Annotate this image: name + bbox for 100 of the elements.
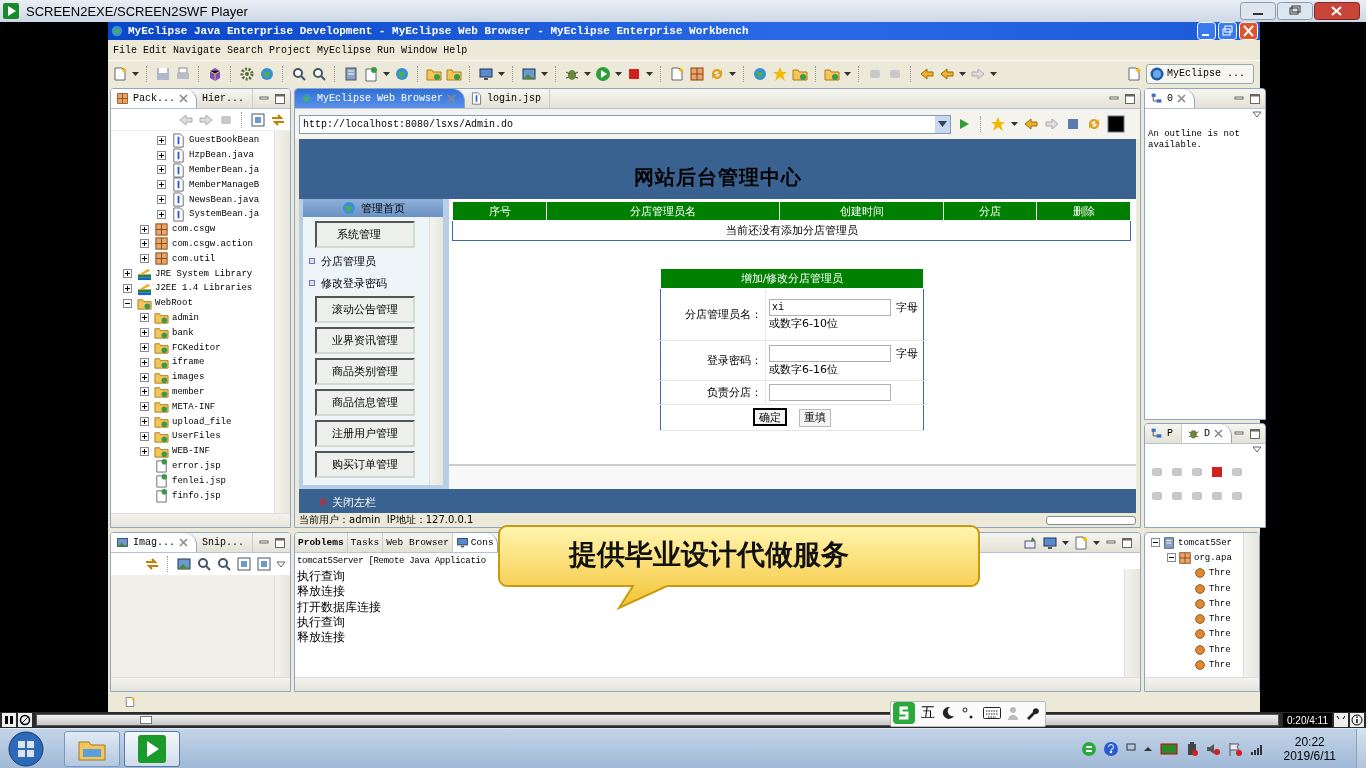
input-field[interactable]: xi — [769, 298, 891, 316]
expand-icon[interactable] — [140, 431, 149, 441]
pause-button[interactable] — [2, 713, 16, 727]
minimize-button[interactable] — [1240, 2, 1276, 20]
menu-item[interactable]: Help — [440, 44, 471, 56]
maximize-button[interactable] — [1120, 535, 1134, 550]
s-logo-icon[interactable] — [893, 702, 915, 724]
tree-item[interactable]: NewsBean.java — [189, 194, 260, 205]
expand-icon[interactable] — [157, 209, 166, 219]
square-icon[interactable] — [1107, 115, 1125, 133]
zoom-icon[interactable] — [216, 556, 232, 572]
image-icon[interactable] — [176, 556, 192, 572]
expand-icon[interactable] — [140, 372, 149, 382]
menu-icon[interactable] — [276, 559, 286, 569]
pin-icon[interactable] — [1022, 534, 1038, 551]
menu-item[interactable]: Edit — [140, 44, 171, 56]
stop-icon[interactable] — [1209, 464, 1225, 480]
monitor-icon[interactable] — [478, 65, 494, 82]
help-icon[interactable] — [1103, 741, 1118, 756]
tab[interactable]: Tasks — [347, 533, 384, 552]
input-mode[interactable]: 五 — [921, 704, 935, 722]
reset-button[interactable]: 重填 — [799, 408, 831, 427]
menu-item[interactable]: 购买订单管理 — [315, 451, 415, 478]
s-logo-icon[interactable] — [1081, 741, 1096, 756]
menu-item[interactable]: 商品类别管理 — [315, 358, 415, 385]
maximize-button[interactable] — [273, 535, 287, 550]
tab[interactable]: Imag... — [111, 533, 197, 552]
tab[interactable]: login.jsp — [465, 89, 551, 108]
tree-item[interactable]: bank — [172, 327, 194, 338]
star-icon[interactable] — [772, 65, 788, 82]
cube-icon[interactable] — [207, 65, 223, 82]
menu-link[interactable]: 分店管理员 — [321, 253, 376, 269]
tab[interactable]: D — [1182, 424, 1233, 443]
close-icon[interactable] — [179, 94, 188, 103]
tree-item[interactable]: Thre — [1209, 629, 1231, 640]
tree-item[interactable]: finfo.jsp — [172, 490, 221, 501]
tree-item[interactable]: J2EE 1.4 Libraries — [155, 283, 253, 294]
monitor-icon[interactable] — [1042, 534, 1058, 551]
maximize-button[interactable] — [1123, 91, 1137, 106]
expand-icon[interactable] — [140, 446, 149, 456]
menu-item[interactable]: 业界资讯管理 — [315, 327, 415, 354]
menu-link[interactable]: 修改登录密码 — [321, 275, 387, 291]
menu-item[interactable]: Window — [398, 44, 441, 56]
zoom-icon[interactable] — [291, 65, 307, 82]
menu-item[interactable]: 注册用户管理 — [315, 420, 415, 447]
new-file-icon[interactable] — [124, 696, 136, 708]
tree-item[interactable]: WebRoot — [155, 298, 193, 309]
expand-icon[interactable] — [140, 357, 149, 367]
expand-icon[interactable] — [157, 150, 166, 160]
tab[interactable]: 0 — [1145, 89, 1195, 108]
zoom-icon[interactable] — [196, 556, 212, 572]
input-field[interactable] — [769, 344, 891, 362]
globe-icon[interactable] — [752, 65, 768, 82]
tree-item[interactable]: META-INF — [172, 401, 216, 412]
globe-icon[interactable] — [259, 65, 275, 82]
tab[interactable]: Pack... — [111, 89, 197, 108]
gear-icon[interactable] — [239, 65, 255, 82]
tree-item[interactable]: upload_file — [172, 416, 232, 427]
stop-button[interactable] — [18, 713, 32, 727]
footer-link[interactable]: 关闭左栏 — [332, 494, 376, 510]
expand-icon[interactable] — [140, 328, 149, 338]
url-field[interactable]: http://localhost:8080/lsxs/Admin.do — [299, 114, 951, 134]
zoom-icon[interactable] — [311, 65, 327, 82]
tree-item[interactable]: GuestBookBean — [189, 135, 260, 146]
menu-icon[interactable] — [1252, 444, 1263, 454]
tree-item[interactable]: WEB-INF — [172, 446, 210, 457]
tree-item[interactable]: member — [172, 386, 205, 397]
tab[interactable]: Cons — [452, 533, 498, 552]
menu-item[interactable]: Project — [266, 44, 315, 56]
caret-icon[interactable] — [1143, 744, 1152, 753]
tab[interactable]: Problems — [295, 533, 348, 552]
menu-item[interactable]: File — [110, 44, 140, 56]
expand-icon[interactable] — [140, 224, 149, 234]
maximize-button[interactable] — [1248, 426, 1263, 441]
collapse-icon[interactable] — [123, 298, 132, 308]
info-button[interactable] — [1350, 713, 1364, 727]
tree-item[interactable]: JRE System Library — [155, 268, 253, 279]
tree-item[interactable]: Thre — [1209, 614, 1231, 625]
star-icon[interactable] — [990, 116, 1006, 132]
input-field[interactable] — [769, 384, 891, 401]
close-icon[interactable] — [1177, 94, 1186, 103]
tree-item[interactable]: Thre — [1209, 583, 1231, 594]
tree-item[interactable]: FCKeditor — [172, 342, 221, 353]
menu-item[interactable]: Search — [224, 44, 267, 56]
fit-icon[interactable] — [250, 111, 266, 128]
image-icon[interactable] — [521, 65, 537, 82]
seek-thumb[interactable] — [140, 716, 153, 724]
taskbar-button[interactable] — [64, 730, 120, 767]
expand-icon[interactable] — [140, 402, 149, 412]
keyboard-icon[interactable] — [983, 707, 1001, 719]
expand-icon[interactable] — [140, 417, 149, 427]
tree-item[interactable]: error.jsp — [172, 460, 221, 471]
arrow-left-icon[interactable] — [1023, 116, 1039, 132]
menu-item[interactable]: Navigate — [170, 44, 225, 56]
speaker-icon[interactable] — [1205, 741, 1220, 756]
restore-button[interactable] — [1277, 2, 1313, 20]
tree-item[interactable]: Thre — [1209, 568, 1231, 579]
tree-item[interactable]: UserFiles — [172, 431, 221, 442]
expand-icon[interactable] — [123, 283, 132, 293]
arrow-left-icon[interactable] — [919, 65, 935, 82]
